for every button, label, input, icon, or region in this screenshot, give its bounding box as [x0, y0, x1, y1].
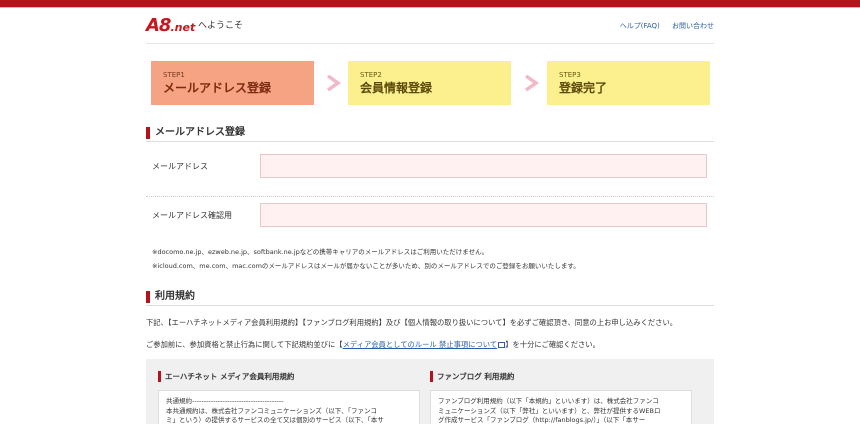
step-label: 登録完了 [559, 81, 608, 95]
heading-accent-bar [158, 371, 161, 382]
terms-area: エーハチネット メディア会員利用規約 共通規約-----------------… [146, 359, 714, 424]
welcome-text: へようこそ [198, 21, 244, 31]
rules-suffix: 】を十分にご確認ください。 [505, 340, 600, 349]
terms-box-heading: エーハチネット メディア会員利用規約 [158, 369, 420, 385]
step-number: STEP2 [360, 71, 382, 79]
terms-line: ファンブログ利用規約（以下「本規約」といいます）は、株式会社ファンコ [438, 397, 659, 405]
terms-line: ミュニケーションズ（以下「弊社」といいます）と、弊社が提供するWEBロ [438, 406, 661, 415]
rules-prefix: ご参加前に、参加資格と禁止行為に関して下記規約並びに【 [146, 340, 343, 349]
contact-link[interactable]: お問い合わせ [672, 22, 714, 30]
step-1: STEP1 メールアドレス登録 [151, 61, 314, 105]
carrier-email-note: ※docomo.ne.jp、ezweb.ne.jp、softbank.ne.jp… [152, 248, 489, 256]
email-row: メールアドレス [146, 152, 714, 197]
section-title: 利用規約 [155, 291, 195, 302]
registration-steps: STEP1 メールアドレス登録 STEP2 会員情報登録 STEP3 登録完了 [151, 61, 714, 105]
step-number: STEP1 [163, 71, 185, 79]
help-faq-link[interactable]: ヘルプ(FAQ) [620, 22, 660, 30]
heading-accent-bar [146, 291, 150, 303]
terms-line: 共通規約------------------------------------… [166, 397, 284, 405]
icloud-email-note: ※icloud.com、me.com、mac.comのメールアドレスはメールが届… [152, 262, 580, 270]
chevron-right-icon [524, 75, 539, 91]
step-number: STEP3 [559, 71, 581, 79]
heading-accent-bar [430, 371, 433, 382]
a8net-logo[interactable]: A8.net [146, 16, 195, 38]
email-confirm-row: メールアドレス確認用 [146, 201, 714, 241]
step-2: STEP2 会員情報登録 [348, 61, 511, 105]
fanblog-terms-box: ファンブログ 利用規約 ファンブログ利用規約（以下「本規約」といいます）は、株式… [430, 369, 692, 424]
section-title: メールアドレス登録 [155, 127, 245, 138]
logo-suffix-text: .net [170, 21, 196, 34]
email-label: メールアドレス [152, 162, 208, 171]
media-rules-link[interactable]: メディア会員としてのルール 禁止事項について [343, 340, 498, 349]
terms-intro-text: 下記、【エーハチネットメディア会員利用規約】【ファンブログ利用規約】及び【個人情… [146, 318, 678, 327]
step-label: 会員情報登録 [360, 81, 433, 95]
terms-intro-rules: ご参加前に、参加資格と禁止行為に関して下記規約並びに【メディア会員としてのルール… [146, 340, 714, 350]
site-header: A8.net へようこそ ヘルプ(FAQ) お問い合わせ [146, 8, 714, 44]
step-3: STEP3 登録完了 [547, 61, 710, 105]
email-input[interactable] [260, 154, 707, 178]
media-member-terms-box: エーハチネット メディア会員利用規約 共通規約-----------------… [158, 369, 420, 424]
terms-box-heading: ファンブログ 利用規約 [430, 369, 692, 385]
fanblog-terms-scroll-text[interactable]: ファンブログ利用規約（以下「本規約」といいます）は、株式会社ファンコ ミュニケー… [430, 390, 692, 424]
step-label: メールアドレス登録 [163, 81, 272, 95]
terms-line: グ作成サービス「ファンブログ（http://fanblogs.jp/）」（以下「… [438, 416, 646, 424]
terms-section-heading: 利用規約 [146, 290, 714, 306]
media-terms-scroll-text[interactable]: 共通規約------------------------------------… [158, 390, 420, 424]
terms-box-title: エーハチネット メディア会員利用規約 [165, 372, 295, 381]
logo-main-text: A8 [146, 15, 171, 36]
mail-section-heading: メールアドレス登録 [146, 126, 714, 142]
email-confirm-label: メールアドレス確認用 [152, 211, 232, 220]
header-links: ヘルプ(FAQ) お問い合わせ [610, 21, 714, 31]
terms-line: ミ」という）の提供するサービスの全て又は個別のサービス（以下、「本サ [166, 416, 384, 424]
terms-line: 本共通規約は、株式会社ファンコミュニケーションズ（以下、「ファンコ [166, 406, 377, 415]
terms-box-title: ファンブログ 利用規約 [437, 372, 515, 381]
top-accent-bar [0, 0, 860, 7]
page-container: A8.net へようこそ ヘルプ(FAQ) お問い合わせ STEP1 メールアド… [146, 8, 714, 424]
heading-accent-bar [146, 127, 150, 139]
chevron-right-icon [326, 75, 341, 91]
email-confirm-input[interactable] [260, 203, 707, 227]
